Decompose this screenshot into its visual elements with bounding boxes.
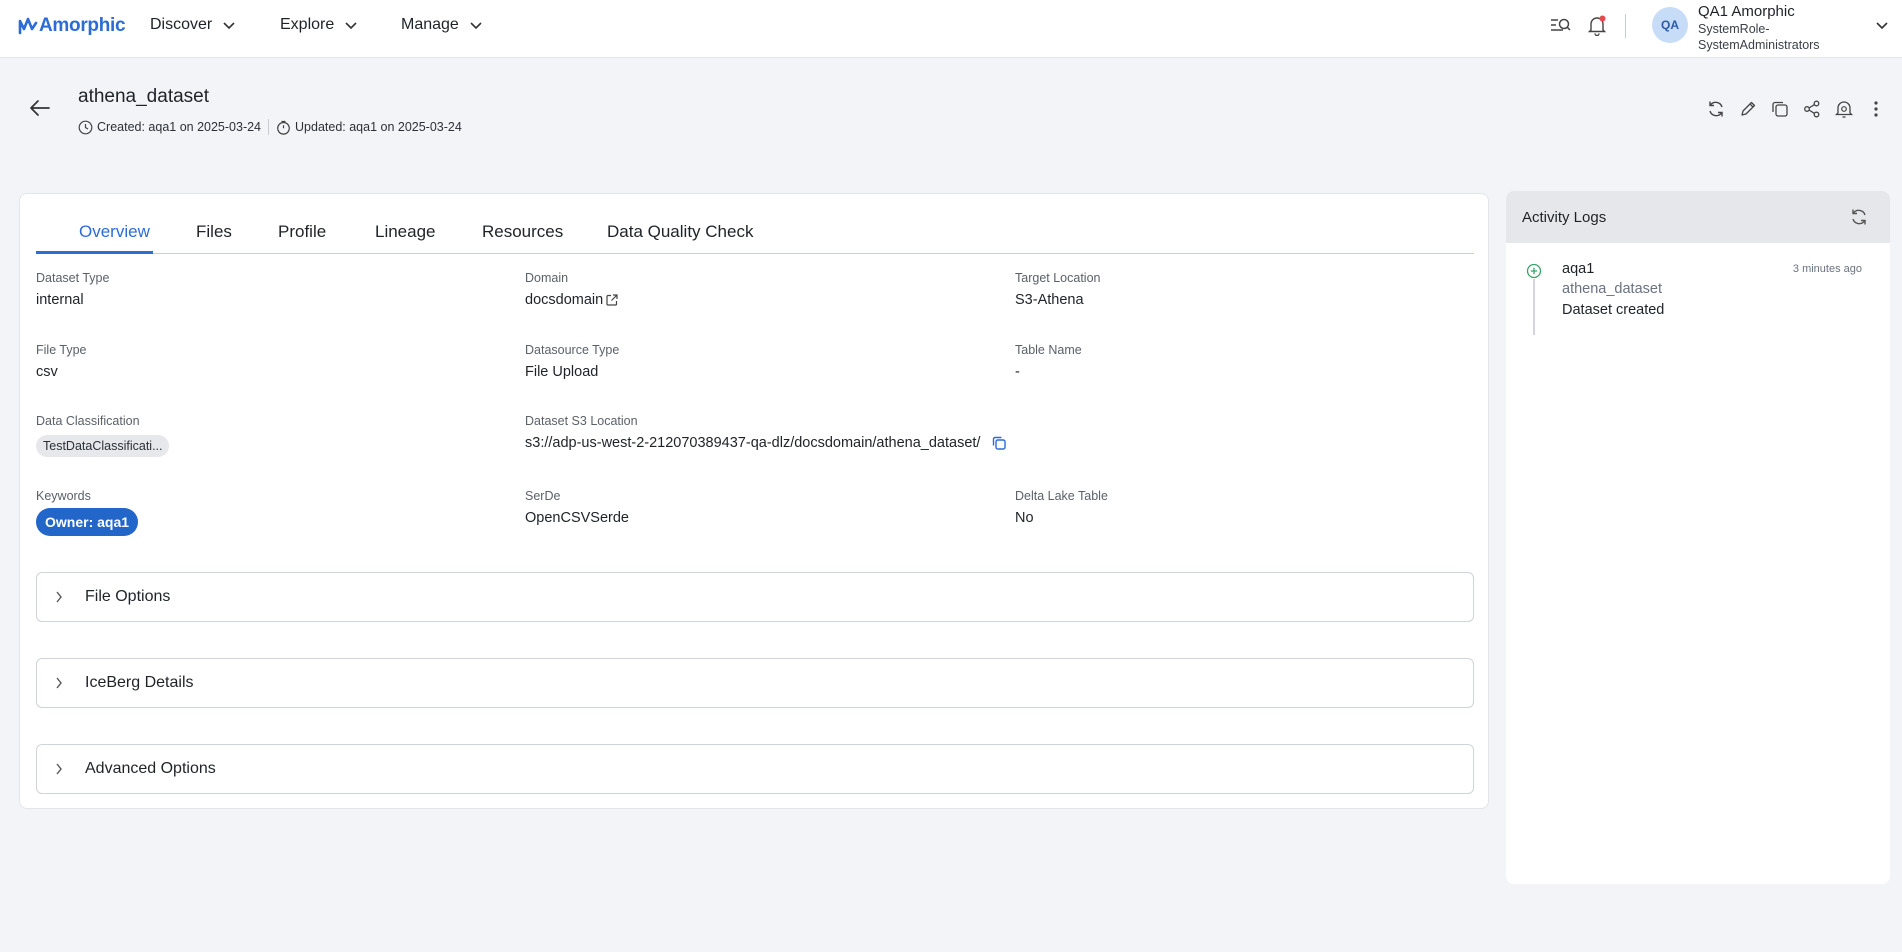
updated-info: Updated: aqa1 on 2025-03-24 bbox=[295, 120, 462, 134]
activity-logs-title: Activity Logs bbox=[1522, 209, 1607, 226]
keywords-label: Keywords bbox=[36, 489, 91, 503]
amorphic-logo-icon bbox=[18, 17, 38, 35]
edit-pencil-icon[interactable] bbox=[1738, 99, 1758, 119]
user-menu-chevron-icon[interactable] bbox=[1875, 20, 1889, 30]
refresh-activity-icon[interactable] bbox=[1849, 207, 1869, 227]
share-icon[interactable] bbox=[1802, 99, 1822, 119]
activity-message: Dataset created bbox=[1562, 302, 1665, 318]
chevron-down-icon bbox=[345, 22, 357, 30]
nav-manage-label: Manage bbox=[401, 16, 459, 33]
chevron-right-icon bbox=[56, 591, 62, 603]
serde-value: OpenCSVSerde bbox=[525, 510, 629, 526]
active-tab-indicator bbox=[36, 251, 153, 254]
avatar[interactable]: QA bbox=[1652, 7, 1688, 43]
tab-overview[interactable]: Overview bbox=[79, 222, 150, 242]
timer-updated-icon bbox=[277, 120, 290, 135]
delta-lake-value: No bbox=[1015, 510, 1034, 526]
add-circle-icon bbox=[1526, 263, 1542, 279]
iceberg-details-accordion[interactable]: IceBerg Details bbox=[36, 658, 1474, 708]
nav-explore-label: Explore bbox=[280, 16, 335, 33]
external-link-icon bbox=[606, 294, 618, 306]
datasource-type-label: Datasource Type bbox=[525, 343, 620, 357]
chevron-right-icon bbox=[56, 763, 62, 775]
dataset-type-label: Dataset Type bbox=[36, 271, 110, 285]
meta-divider bbox=[268, 119, 270, 135]
s3-location: s3://adp-us-west-2-212070389437-qa-dlz/d… bbox=[525, 435, 1007, 451]
brand-name: Amorphic bbox=[39, 15, 126, 36]
nav-discover[interactable]: Discover bbox=[150, 16, 236, 34]
clock-created-icon bbox=[78, 120, 93, 134]
dataset-tabs: Overview Files Profile Lineage Resources… bbox=[36, 194, 1474, 254]
refresh-icon[interactable] bbox=[1706, 99, 1726, 119]
data-classification-label: Data Classification bbox=[36, 414, 140, 428]
nav-manage[interactable]: Manage bbox=[401, 16, 483, 34]
copy-s3-path-icon[interactable] bbox=[991, 435, 1007, 451]
user-name: QA1 Amorphic bbox=[1698, 3, 1795, 20]
dataset-meta: Created: aqa1 on 2025-03-24 Updated: aqa… bbox=[78, 119, 462, 135]
top-navbar: Amorphic Discover Explore Manage QA QA1 … bbox=[0, 0, 1902, 58]
chevron-down-icon bbox=[470, 22, 482, 30]
table-name-label: Table Name bbox=[1015, 343, 1082, 357]
activity-time: 3 minutes ago bbox=[1792, 263, 1862, 275]
advanced-options-title: Advanced Options bbox=[85, 760, 216, 777]
page-title: athena_dataset bbox=[78, 86, 210, 107]
file-type-value: csv bbox=[36, 364, 58, 380]
search-list-icon[interactable] bbox=[1549, 14, 1571, 36]
s3-location-value: s3://adp-us-west-2-212070389437-qa-dlz/d… bbox=[525, 435, 981, 451]
domain-link[interactable]: docsdomain bbox=[525, 292, 619, 308]
activity-logs-header: Activity Logs bbox=[1506, 191, 1890, 243]
keyword-chip-owner[interactable]: Owner: aqa1 bbox=[36, 508, 139, 536]
back-arrow-icon[interactable] bbox=[29, 99, 51, 117]
file-type-label: File Type bbox=[36, 343, 87, 357]
tab-profile[interactable]: Profile bbox=[278, 222, 326, 242]
user-role: SystemRole-SystemAdministrators bbox=[1698, 22, 1820, 52]
chevron-right-icon bbox=[56, 677, 62, 689]
activity-dataset: athena_dataset bbox=[1562, 281, 1662, 297]
activity-logs-panel: Activity Logs aqa1 athena_dataset Datase… bbox=[1506, 191, 1890, 884]
tab-resources[interactable]: Resources bbox=[482, 222, 563, 242]
target-location-value: S3-Athena bbox=[1015, 292, 1084, 308]
target-location-label: Target Location bbox=[1015, 271, 1101, 285]
table-name-value: - bbox=[1015, 364, 1020, 380]
domain-label: Domain bbox=[525, 271, 569, 285]
advanced-options-accordion[interactable]: Advanced Options bbox=[36, 744, 1474, 794]
dataset-details-card: Overview Files Profile Lineage Resources… bbox=[19, 193, 1489, 809]
tab-files[interactable]: Files bbox=[196, 222, 232, 242]
iceberg-details-title: IceBerg Details bbox=[85, 674, 194, 691]
notification-settings-icon[interactable] bbox=[1834, 99, 1854, 119]
timeline-line bbox=[1533, 279, 1535, 335]
serde-label: SerDe bbox=[525, 489, 561, 503]
delta-lake-label: Delta Lake Table bbox=[1015, 489, 1108, 503]
more-vertical-icon[interactable] bbox=[1866, 99, 1886, 119]
datasource-type-value: File Upload bbox=[525, 364, 599, 380]
nav-divider bbox=[1625, 14, 1626, 38]
notification-bell-icon[interactable] bbox=[1586, 14, 1608, 36]
file-options-title: File Options bbox=[85, 588, 171, 605]
amorphic-logo[interactable]: Amorphic bbox=[18, 14, 126, 38]
file-options-accordion[interactable]: File Options bbox=[36, 572, 1474, 622]
dataset-type-value: internal bbox=[36, 292, 84, 308]
activity-user: aqa1 bbox=[1562, 261, 1595, 277]
chevron-down-icon bbox=[223, 22, 235, 30]
tab-data-quality-check[interactable]: Data Quality Check bbox=[607, 222, 753, 242]
nav-discover-label: Discover bbox=[150, 16, 213, 33]
domain-value: docsdomain bbox=[525, 292, 604, 308]
s3-location-label: Dataset S3 Location bbox=[525, 414, 638, 428]
tab-lineage[interactable]: Lineage bbox=[375, 222, 436, 242]
data-classification-chip[interactable]: TestDataClassificati... bbox=[36, 435, 170, 457]
copy-icon[interactable] bbox=[1770, 99, 1790, 119]
nav-explore[interactable]: Explore bbox=[280, 16, 358, 34]
created-info: Created: aqa1 on 2025-03-24 bbox=[97, 120, 262, 134]
